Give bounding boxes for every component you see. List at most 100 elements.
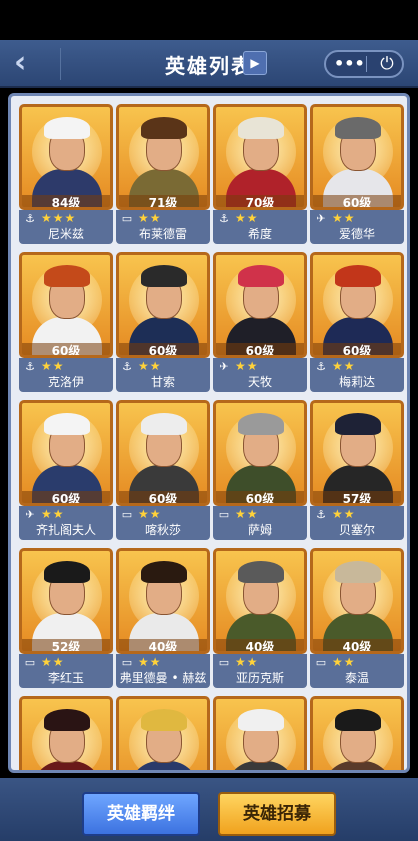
hero-level: 60级 bbox=[22, 491, 110, 503]
hero-card[interactable] bbox=[213, 696, 307, 770]
hero-stars: ★★ bbox=[138, 211, 162, 225]
hero-stars: ★★ bbox=[235, 359, 259, 373]
hero-stars: ★★★ bbox=[41, 211, 77, 225]
hero-hair bbox=[335, 413, 381, 435]
hero-stars: ★★ bbox=[235, 655, 259, 669]
hero-class-icon: ⚓ bbox=[219, 212, 229, 225]
hero-hair bbox=[238, 265, 284, 287]
hero-level: 60级 bbox=[119, 491, 207, 503]
hero-hair bbox=[44, 413, 90, 435]
hero-bonds-button[interactable]: 英雄羁绊 bbox=[82, 792, 200, 836]
hero-stars: ★★ bbox=[41, 655, 65, 669]
hero-class-icon: ▭ bbox=[218, 508, 230, 521]
hero-stars: ★★ bbox=[138, 359, 162, 373]
hero-info: ⚓ ★★★ 尼米兹 bbox=[19, 210, 113, 244]
hero-hair bbox=[44, 561, 90, 583]
bottom-bar: 英雄羁绊 英雄招募 bbox=[0, 778, 418, 841]
hero-portrait: 40级 bbox=[213, 548, 307, 654]
hero-info: ▭ ★★ 弗里德曼 • 赫兹 bbox=[116, 654, 210, 688]
hero-info: ✈ ★★ 齐扎阁夫人 bbox=[19, 506, 113, 540]
hero-card[interactable]: 52级 ▭ ★★ 李红玉 bbox=[19, 548, 113, 688]
hero-level: 40级 bbox=[216, 639, 304, 651]
hero-card[interactable]: 60级 ✈ ★★ 爱德华 bbox=[310, 104, 404, 244]
hero-stars: ★★ bbox=[235, 211, 259, 225]
hero-level: 71级 bbox=[119, 195, 207, 207]
hero-portrait: 60级 bbox=[213, 252, 307, 358]
hero-portrait bbox=[213, 696, 307, 770]
hero-hair bbox=[44, 709, 90, 731]
hero-name: 克洛伊 bbox=[47, 375, 84, 389]
hero-info: ▭ ★★ 李红玉 bbox=[19, 654, 113, 688]
hero-info: ✈ ★★ 天牧 bbox=[213, 358, 307, 392]
hero-name: 甘索 bbox=[150, 375, 175, 389]
hero-portrait: 60级 bbox=[19, 252, 113, 358]
hero-portrait bbox=[116, 696, 210, 770]
close-button[interactable]: ⏻ bbox=[374, 53, 400, 75]
hero-card[interactable]: 60级 ⚓ ★★ 克洛伊 bbox=[19, 252, 113, 392]
hero-class-icon: ▭ bbox=[121, 212, 133, 225]
sort-button[interactable]: ▶ bbox=[243, 51, 267, 75]
hero-info: ▭ ★★ 布莱德雷 bbox=[116, 210, 210, 244]
hero-recruit-button[interactable]: 英雄招募 bbox=[218, 792, 336, 836]
hero-card[interactable]: 40级 ▭ ★★ 弗里德曼 • 赫兹 bbox=[116, 548, 210, 688]
hero-class-icon: ⚓ bbox=[25, 360, 35, 373]
hero-card[interactable]: 40级 ▭ ★★ 亚历克斯 bbox=[213, 548, 307, 688]
hero-portrait: 60级 bbox=[116, 252, 210, 358]
hero-portrait: 60级 bbox=[213, 400, 307, 506]
hero-card[interactable] bbox=[310, 696, 404, 770]
hero-portrait: 60级 bbox=[310, 252, 404, 358]
hero-portrait: 40级 bbox=[116, 548, 210, 654]
hero-level: 60级 bbox=[22, 343, 110, 355]
hero-info: ⚓ ★★ 希度 bbox=[213, 210, 307, 244]
hero-name: 齐扎阁夫人 bbox=[35, 523, 96, 537]
hero-name: 泰温 bbox=[344, 671, 369, 685]
hero-class-icon: ✈ bbox=[25, 508, 35, 521]
power-icon: ⏻ bbox=[380, 54, 394, 74]
hero-card[interactable]: 60级 ⚓ ★★ 梅莉达 bbox=[310, 252, 404, 392]
hero-name: 希度 bbox=[247, 227, 272, 241]
hero-info: ⚓ ★★ 克洛伊 bbox=[19, 358, 113, 392]
hero-hair bbox=[141, 561, 187, 583]
hero-portrait: 60级 bbox=[116, 400, 210, 506]
hero-hair bbox=[335, 561, 381, 583]
hero-card[interactable]: 60级 ⚓ ★★ 甘索 bbox=[116, 252, 210, 392]
hero-card[interactable]: 60级 ✈ ★★ 齐扎阁夫人 bbox=[19, 400, 113, 540]
hero-info: ▭ ★★ 泰温 bbox=[310, 654, 404, 688]
hero-name: 布莱德雷 bbox=[138, 227, 187, 241]
hero-hair bbox=[141, 413, 187, 435]
hero-portrait: 60级 bbox=[310, 104, 404, 210]
more-button[interactable]: ••• bbox=[334, 54, 365, 74]
hero-card[interactable]: 60级 ✈ ★★ 天牧 bbox=[213, 252, 307, 392]
hero-level: 84级 bbox=[22, 195, 110, 207]
hero-stars: ★★ bbox=[41, 507, 65, 521]
hero-level: 60级 bbox=[216, 491, 304, 503]
hero-card[interactable]: 60级 ▭ ★★ 萨姆 bbox=[213, 400, 307, 540]
hero-name: 爱德华 bbox=[338, 227, 375, 241]
hero-hair bbox=[141, 265, 187, 287]
hero-portrait bbox=[310, 696, 404, 770]
more-dots-icon: ••• bbox=[334, 54, 365, 73]
hero-card[interactable]: 71级 ▭ ★★ 布莱德雷 bbox=[116, 104, 210, 244]
hero-stars: ★★ bbox=[41, 359, 65, 373]
hero-card[interactable]: 40级 ▭ ★★ 泰温 bbox=[310, 548, 404, 688]
hero-level: 52级 bbox=[22, 639, 110, 651]
hero-portrait: 57级 bbox=[310, 400, 404, 506]
hero-stars: ★★ bbox=[332, 655, 356, 669]
hero-stars: ★★ bbox=[332, 359, 356, 373]
hero-hair bbox=[335, 709, 381, 731]
hero-name: 萨姆 bbox=[247, 523, 272, 537]
hero-hair bbox=[44, 117, 90, 139]
hero-level: 40级 bbox=[119, 639, 207, 651]
hero-class-icon: ⚓ bbox=[122, 360, 132, 373]
hero-class-icon: ▭ bbox=[315, 656, 327, 669]
hero-card[interactable]: 60级 ▭ ★★ 喀秋莎 bbox=[116, 400, 210, 540]
hero-card[interactable]: 70级 ⚓ ★★ 希度 bbox=[213, 104, 307, 244]
hero-class-icon: ▭ bbox=[121, 508, 133, 521]
hero-card[interactable]: 57级 ⚓ ★★ 贝塞尔 bbox=[310, 400, 404, 540]
hero-info: ▭ ★★ 萨姆 bbox=[213, 506, 307, 540]
hero-list-panel[interactable]: 84级 ⚓ ★★★ 尼米兹 71级 ▭ ★★ 布莱德雷 70级 ⚓ ★★ 希度 60级 ✈ ★★ 爱德华 60级… bbox=[8, 93, 410, 773]
hero-card[interactable]: 84级 ⚓ ★★★ 尼米兹 bbox=[19, 104, 113, 244]
hero-card[interactable] bbox=[116, 696, 210, 770]
hero-portrait: 71级 bbox=[116, 104, 210, 210]
hero-card[interactable] bbox=[19, 696, 113, 770]
